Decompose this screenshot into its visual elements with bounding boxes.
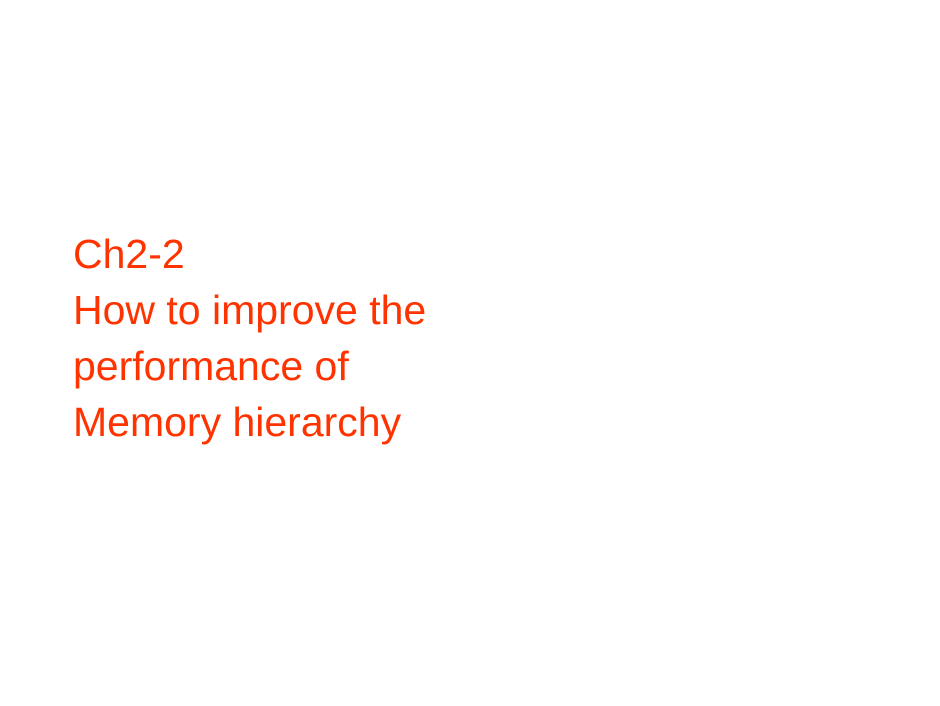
slide: Ch2-2 How to improve the performance of … (0, 0, 940, 706)
title-line-3: Memory hierarchy (73, 399, 402, 445)
title-line-2: performance of (73, 343, 349, 389)
slide-title: Ch2-2 How to improve the performance of … (73, 226, 773, 450)
title-line-1: How to improve the (73, 287, 427, 333)
chapter-label: Ch2-2 (73, 231, 185, 277)
